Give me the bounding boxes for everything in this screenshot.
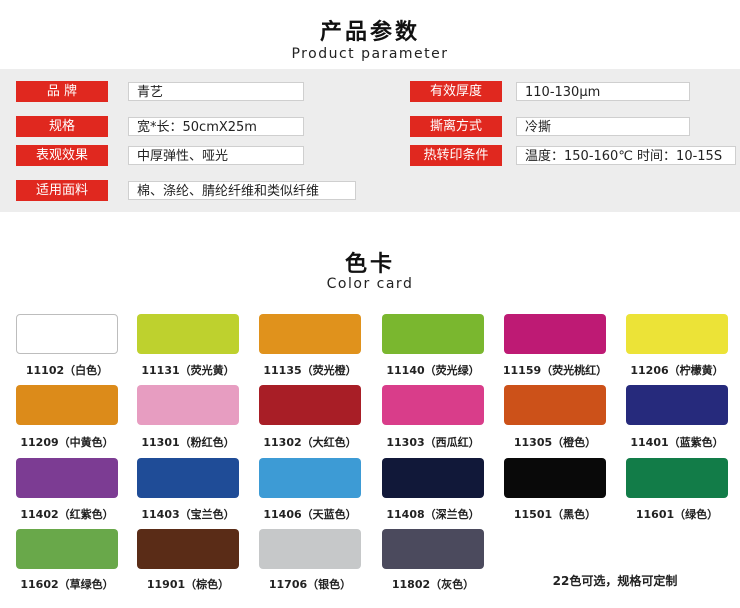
swatch-caption: 11140（荧光绿） — [386, 364, 480, 377]
swatch-caption: 11305（橙色） — [513, 436, 597, 449]
color-card-subtitle: Color card — [326, 276, 414, 292]
color-card-title: 色卡 — [344, 252, 395, 277]
swatch-11501 — [504, 458, 606, 498]
swatch-11206 — [626, 314, 728, 354]
swatch-caption: 11601（绿色） — [635, 508, 719, 521]
swatch-caption: 11401（蓝紫色） — [630, 436, 724, 449]
swatch-caption: 11501（黑色） — [513, 508, 597, 521]
swatch-11802 — [382, 529, 484, 569]
swatch-11209 — [16, 385, 118, 425]
swatch-caption: 11135（荧光橙） — [263, 364, 357, 377]
swatch-11131 — [137, 314, 239, 354]
param-value-size: 宽*长：50cmX25m — [128, 117, 304, 136]
swatch-11406 — [259, 458, 361, 498]
swatch-caption: 11402（红紫色） — [20, 508, 114, 521]
param-label-fabric: 适用面料 — [16, 180, 108, 201]
product-parameter-title: 产品参数 — [319, 20, 420, 45]
swatch-11601 — [626, 458, 728, 498]
color-card-note: 22色可选，规格可定制 — [552, 574, 678, 588]
swatch-caption: 11159（荧光桃红） — [502, 364, 608, 377]
swatch-caption: 11206（柠檬黄） — [630, 364, 724, 377]
swatch-11102 — [16, 314, 118, 354]
swatch-11135 — [259, 314, 361, 354]
swatch-11305 — [504, 385, 606, 425]
param-label-appearance: 表观效果 — [16, 145, 108, 166]
param-label-brand: 品 牌 — [16, 81, 108, 102]
swatch-11401 — [626, 385, 728, 425]
swatch-caption: 11802（灰色） — [391, 578, 475, 591]
swatch-11140 — [382, 314, 484, 354]
param-value-fabric: 棉、涤纶、腈纶纤维和类似纤维 — [128, 181, 356, 200]
swatch-caption: 11131（荧光黄） — [141, 364, 235, 377]
param-value-appearance: 中厚弹性、哑光 — [128, 146, 304, 165]
swatch-caption: 11301（粉红色） — [141, 436, 235, 449]
swatch-caption: 11602（草绿色） — [20, 578, 114, 591]
swatch-11901 — [137, 529, 239, 569]
swatch-caption: 11406（天蓝色） — [263, 508, 357, 521]
swatch-11303 — [382, 385, 484, 425]
param-label-thickness: 有效厚度 — [410, 81, 502, 102]
swatch-11408 — [382, 458, 484, 498]
param-label-transfer-conditions: 热转印条件 — [410, 145, 502, 166]
swatch-caption: 11408（深兰色） — [386, 508, 480, 521]
swatch-caption: 11102（白色） — [25, 364, 109, 377]
swatch-11302 — [259, 385, 361, 425]
swatch-caption: 11209（中黄色） — [20, 436, 114, 449]
param-value-peel-method: 冷撕 — [516, 117, 690, 136]
swatch-caption: 11303（西瓜红） — [386, 436, 480, 449]
swatch-11301 — [137, 385, 239, 425]
swatch-caption: 11302（大红色） — [263, 436, 357, 449]
swatch-11159 — [504, 314, 606, 354]
product-parameter-subtitle: Product parameter — [291, 46, 449, 62]
swatch-11402 — [16, 458, 118, 498]
param-label-peel-method: 撕离方式 — [410, 116, 502, 137]
swatch-caption: 11403（宝兰色） — [141, 508, 235, 521]
swatch-caption: 11706（银色） — [268, 578, 352, 591]
param-value-brand: 青艺 — [128, 82, 304, 101]
param-label-size: 规格 — [16, 116, 108, 137]
swatch-11706 — [259, 529, 361, 569]
swatch-11602 — [16, 529, 118, 569]
swatch-11403 — [137, 458, 239, 498]
swatch-caption: 11901（棕色） — [146, 578, 230, 591]
param-value-transfer-conditions: 温度：150-160℃ 时间：10-15S — [516, 146, 736, 165]
param-value-thickness: 110-130μm — [516, 82, 690, 101]
